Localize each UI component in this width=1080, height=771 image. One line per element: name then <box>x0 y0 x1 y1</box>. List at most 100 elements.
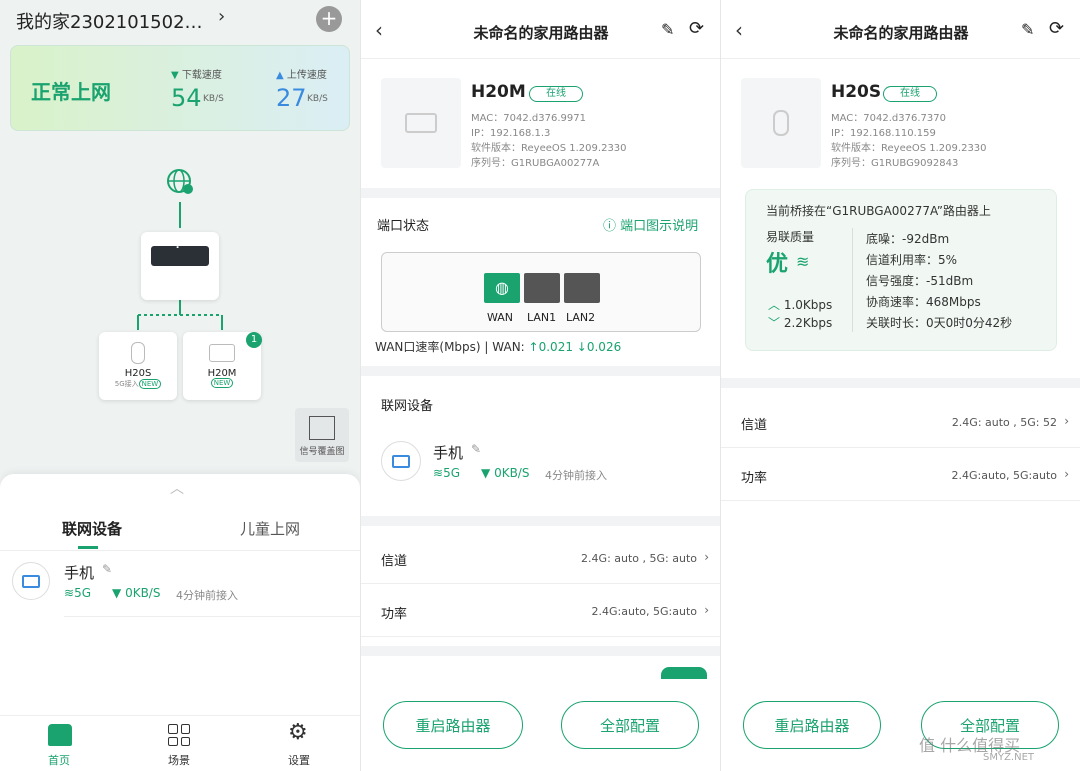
home-icon[interactable] <box>48 724 72 746</box>
nav-scene[interactable]: 场景 <box>168 752 190 768</box>
download-arrow-icon: ▼ <box>171 70 179 81</box>
port-label: LAN1 <box>527 311 557 324</box>
upload-arrow-icon: ︿ <box>768 298 781 312</box>
wan-rate: WAN口速率(Mbps) | WAN: ↑0.021 ↓0.026 <box>375 338 621 355</box>
chevron-up-icon[interactable]: ︿ <box>170 478 184 498</box>
restart-button[interactable]: 重启路由器 <box>743 701 881 749</box>
power-value: 2.4G:auto, 5G:auto <box>951 469 1057 482</box>
edit-icon[interactable]: ✎ <box>1021 20 1034 39</box>
router-white-icon <box>209 344 235 362</box>
home-title[interactable]: 我的家2302101502… <box>16 8 203 34</box>
wan-down: 0.026 <box>586 340 622 354</box>
channel-util-stat: 信道利用率：5% <box>866 253 958 267</box>
power-value: 2.4G:auto, 5G:auto <box>591 605 697 618</box>
device-image <box>381 78 461 168</box>
noise-stat: 底噪：-92dBm <box>866 232 950 246</box>
power-row[interactable]: 功率 2.4G:auto, 5G:auto › <box>721 449 1080 501</box>
wan-rate-label: WAN口速率(Mbps) | WAN: <box>375 340 525 354</box>
refresh-icon[interactable]: ⟳ <box>689 18 704 39</box>
online-badge: 在线 <box>883 85 937 102</box>
download-arrow-icon: ▼ <box>481 466 491 480</box>
power-label: 功率 <box>381 607 408 622</box>
quality-value: 优 <box>766 252 789 277</box>
channel-row[interactable]: 信道 2.4G: auto , 5G: auto › <box>361 532 720 584</box>
router-unknown-mark: ? <box>175 240 181 251</box>
device-model: H20M <box>471 82 526 102</box>
new-tag: NEW <box>138 379 162 389</box>
device-name: 手机 <box>433 444 464 462</box>
lan1-port-icon <box>524 273 560 303</box>
duration-stat: 关联时长：0天0时0分42秒 <box>866 316 1013 330</box>
rate-stat: 协商速率：468Mbps <box>866 295 981 309</box>
power-label: 功率 <box>741 471 768 486</box>
wan-up: 0.021 <box>538 340 573 354</box>
add-icon[interactable]: + <box>316 6 342 32</box>
internet-globe-icon <box>166 168 194 196</box>
chevron-right-icon: › <box>704 603 709 617</box>
config-button[interactable]: 全部配置 <box>561 701 699 749</box>
nav-settings[interactable]: 设置 <box>288 752 310 768</box>
port-diagram: ◍ WAN LAN1 LAN2 <box>381 252 701 332</box>
port-status-title: 端口状态 <box>377 219 430 234</box>
main-router-node[interactable]: ? <box>141 232 219 300</box>
wifi-icon: ≋ <box>796 252 810 271</box>
extender-device-icon <box>773 110 789 136</box>
upload-arrow-icon: ↑ <box>528 340 539 354</box>
device-band: 5G <box>74 586 91 600</box>
tab-indicator <box>78 546 98 549</box>
upload-value: 27 <box>276 84 307 112</box>
restart-button[interactable]: 重启路由器 <box>383 701 523 749</box>
wan-port-icon: ◍ <box>484 273 520 303</box>
bridge-text: 当前桥接在“G1RUBGA00277A”路由器上 <box>766 204 991 218</box>
router-m-panel: ‹ 未命名的家用路由器 ✎ ⟳ H20M 在线 MAC：7042.d376.99… <box>360 0 720 771</box>
edit-icon[interactable]: ✎ <box>102 562 112 576</box>
tab-devices[interactable]: 联网设备 <box>62 518 122 539</box>
channel-value: 2.4G: auto , 5G: 52 <box>951 416 1057 429</box>
signal-stat: 信号强度：-51dBm <box>866 274 974 288</box>
port-label: LAN2 <box>566 311 596 324</box>
toggle-switch[interactable] <box>661 667 707 679</box>
watermark-domain: SMYZ.NET <box>983 752 1035 763</box>
device-time: 4分钟前接入 <box>176 589 238 602</box>
chevron-right-icon: › <box>704 550 709 564</box>
ip-text: IP：192.168.110.159 <box>831 128 936 139</box>
download-arrow-icon: ↓ <box>576 340 587 354</box>
gear-icon[interactable]: ⚙ <box>288 720 308 745</box>
port-help-link[interactable]: ⓘ 端口图示说明 <box>603 215 698 234</box>
bridge-up: 1.0Kbps <box>783 298 833 312</box>
devices-icon <box>392 454 410 468</box>
serial-text: 序列号：G1RUBG9092843 <box>831 158 959 169</box>
download-arrow-icon: ﹀ <box>768 316 781 330</box>
status-card: 正常上网 ▼ 下载速度 54 KB/S ▲ 上传速度 27 KB/S <box>10 45 350 131</box>
notification-badge: 1 <box>246 332 262 348</box>
home-panel: 我的家2302101502… › + 正常上网 ▼ 下载速度 54 KB/S ▲… <box>0 0 360 771</box>
edit-icon[interactable]: ✎ <box>471 442 481 456</box>
floorplan-icon <box>309 416 335 440</box>
mac-text: MAC：7042.d376.9971 <box>471 113 586 124</box>
refresh-icon[interactable]: ⟳ <box>1049 18 1064 39</box>
coverage-label: 信号覆盖图 <box>299 447 345 457</box>
mac-text: MAC：7042.d376.7370 <box>831 113 946 124</box>
device-name: 手机 <box>64 564 95 582</box>
port-label: WAN <box>487 311 514 324</box>
power-row[interactable]: 功率 2.4G:auto, 5G:auto › <box>361 585 720 637</box>
network-status: 正常上网 <box>31 80 111 104</box>
device-speed: 0KB/S <box>494 466 530 480</box>
device-speed: 0KB/S <box>125 586 161 600</box>
download-value: 54 <box>171 84 202 112</box>
tab-kids[interactable]: 儿童上网 <box>240 518 300 539</box>
channel-row[interactable]: 信道 2.4G: auto , 5G: 52 › <box>721 396 1080 448</box>
router-s-panel: ‹ 未命名的家用路由器 ✎ ⟳ H20S 在线 MAC：7042.d376.73… <box>720 0 1080 771</box>
nav-home[interactable]: 首页 <box>48 752 70 768</box>
serial-text: 序列号：G1RUBGA00277A <box>471 158 600 169</box>
wifi-icon: ≋ <box>433 466 444 480</box>
bridge-card: 当前桥接在“G1RUBGA00277A”路由器上 易联质量 优 ≋ ︿ 1.0K… <box>745 189 1057 351</box>
chevron-right-icon[interactable]: › <box>218 6 225 27</box>
upload-label: 上传速度 <box>286 70 327 81</box>
channel-value: 2.4G: auto , 5G: auto <box>581 552 697 565</box>
grid-icon[interactable] <box>168 724 190 746</box>
new-tag: NEW <box>210 378 234 388</box>
node-h20s[interactable]: H20S 5G接入 NEW <box>99 332 177 400</box>
coverage-map-button[interactable]: 信号覆盖图 <box>295 408 349 462</box>
edit-icon[interactable]: ✎ <box>661 20 674 39</box>
